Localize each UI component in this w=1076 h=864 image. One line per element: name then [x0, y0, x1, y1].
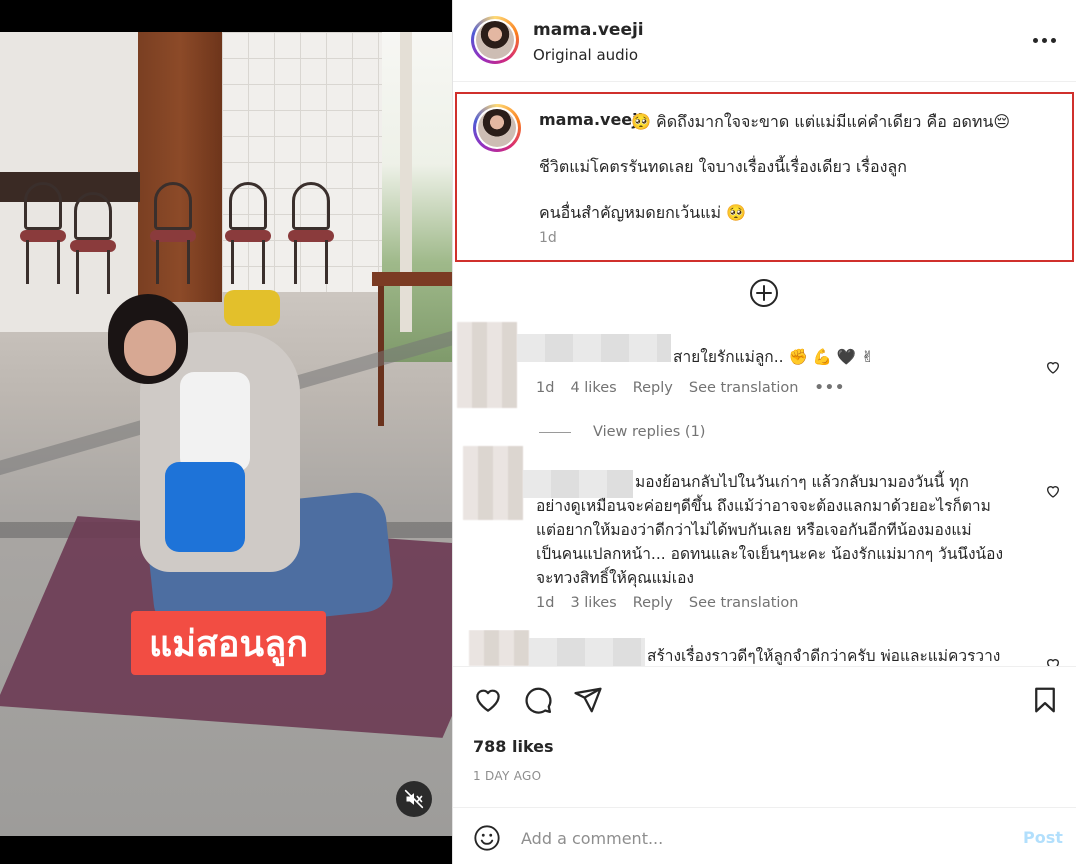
comment-time: 1d: [536, 595, 555, 611]
send-icon[interactable]: [573, 685, 603, 715]
comment-item: สายใยรักแม่ลูก.. ✊ 💪 🖤 ✌ 1d 4 likes Repl…: [453, 322, 1076, 412]
comment-meta: 1d 4 likes Reply See translation •••: [536, 380, 845, 396]
post-comment-button[interactable]: Post: [1023, 828, 1063, 847]
post-header: mama.veeji Original audio: [453, 0, 1076, 82]
comment-item: มองย้อนกลับไปในวันเก่าๆ แล้วกลับมามองวัน…: [453, 446, 1076, 616]
post-actions: 788 likes 1 DAY AGO Post: [453, 666, 1076, 864]
video-frame[interactable]: [0, 32, 452, 836]
caption-timestamp: 1d: [539, 230, 557, 246]
instagram-post-viewer: แม่สอนลูก mama.veeji Original audio mama…: [0, 0, 1076, 864]
comment-likes[interactable]: 4 likes: [570, 380, 616, 396]
video-scene-chair: [150, 182, 196, 284]
caption-line: 🥺 คิดถึงมากใจจะขาด แต่แม่มีแค่คำเดียว คื…: [631, 112, 1011, 131]
video-scene-chair: [288, 182, 334, 284]
comment-like-heart-icon[interactable]: [1045, 359, 1061, 375]
comment-text: สายใยรักแม่ลูก.. ✊ 💪 🖤 ✌: [673, 348, 875, 366]
view-replies-label: View replies (1): [593, 424, 706, 440]
see-translation-link[interactable]: See translation: [689, 595, 799, 611]
blurred-username: [529, 638, 645, 666]
reply-button[interactable]: Reply: [633, 595, 673, 611]
comment-text-line: มองย้อนกลับไปในวันเก่าๆ แล้วกลับมามองวัน…: [635, 473, 969, 491]
video-scene-adult-face: [124, 320, 176, 376]
comment-text-line: แต่อยากให้มองว่าดีกว่าไม่ได้พบกันเลย หรื…: [536, 521, 972, 539]
comment-time: 1d: [536, 380, 555, 396]
video-scene-child-shirt: [180, 372, 250, 472]
avatar[interactable]: [471, 16, 519, 64]
post-date[interactable]: 1 DAY AGO: [473, 769, 541, 783]
more-horizontal-icon: [1032, 37, 1038, 43]
comment-more-button[interactable]: •••: [814, 380, 845, 396]
blurred-avatar: [469, 630, 529, 666]
caption-line: คนอื่นสำคัญหมดยกเว้นแม่ 🥺: [539, 203, 747, 222]
more-options-button[interactable]: [1029, 30, 1059, 50]
likes-count[interactable]: 788 likes: [473, 737, 554, 756]
comment-text: สร้างเรื่องราวดีๆให้ลูกจำดีกว่าครับ พ่อแ…: [647, 647, 1001, 665]
comment-item: สร้างเรื่องราวดีๆให้ลูกจำดีกว่าครับ พ่อแ…: [453, 630, 1076, 666]
caption-username[interactable]: mama.veeji: [539, 110, 643, 129]
view-replies-button[interactable]: View replies (1): [539, 424, 705, 440]
emoji-smile-icon[interactable]: [473, 824, 501, 852]
video-scene-chair: [20, 182, 66, 284]
audio-label[interactable]: Original audio: [533, 46, 638, 64]
plus-circle-icon: [750, 279, 778, 307]
caption-line: ชีวิตแม่โคตรรันทดเลย ใจบางเรื่องนี้เรื่อ…: [539, 157, 907, 176]
bookmark-icon[interactable]: [1030, 685, 1060, 715]
video-scene-chair: [225, 182, 271, 284]
post-panel: mama.veeji Original audio mama.veeji 🥺 ค…: [452, 0, 1076, 864]
load-more-comments-button[interactable]: [749, 278, 779, 308]
comment-like-heart-icon[interactable]: [1045, 483, 1061, 499]
heart-icon[interactable]: [473, 685, 503, 715]
video-scene-child-boots: [224, 290, 280, 326]
mute-button[interactable]: [396, 781, 432, 817]
add-comment-bar: Post: [453, 807, 1076, 864]
comment-meta: 1d 3 likes Reply See translation: [536, 595, 798, 611]
reply-button[interactable]: Reply: [633, 380, 673, 396]
caption-highlight-box: mama.veeji 🥺 คิดถึงมากใจจะขาด แต่แม่มีแค…: [455, 92, 1074, 262]
replies-divider: [539, 431, 571, 433]
video-scene-child-shorts: [165, 462, 245, 552]
header-username[interactable]: mama.veeji: [533, 20, 644, 40]
blurred-username: [517, 334, 671, 362]
comment-text-line: เป็นคนแปลกหน้า... อดทนและใจเย็นๆนะคะ น้อ…: [536, 545, 1004, 563]
see-translation-link[interactable]: See translation: [689, 380, 799, 396]
blurred-avatar: [463, 446, 523, 520]
comment-text-line: อย่างดูเหมือนจะค่อยๆดีขึ้น ถึงแม้ว่าอาจจ…: [536, 497, 991, 515]
comment-like-heart-icon[interactable]: [1045, 656, 1061, 666]
comment-text-line: จะทวงสิทธิ์ให้คุณแม่เอง: [536, 569, 694, 587]
comment-input[interactable]: [521, 822, 991, 854]
comment-icon[interactable]: [523, 685, 553, 715]
caption-avatar[interactable]: [473, 104, 521, 152]
video-scene-chair: [70, 192, 116, 294]
blurred-avatar: [457, 322, 517, 408]
speaker-muted-icon: [404, 789, 424, 809]
video-pane[interactable]: แม่สอนลูก: [0, 0, 452, 864]
comment-likes[interactable]: 3 likes: [570, 595, 616, 611]
video-caption-overlay: แม่สอนลูก: [131, 611, 326, 675]
